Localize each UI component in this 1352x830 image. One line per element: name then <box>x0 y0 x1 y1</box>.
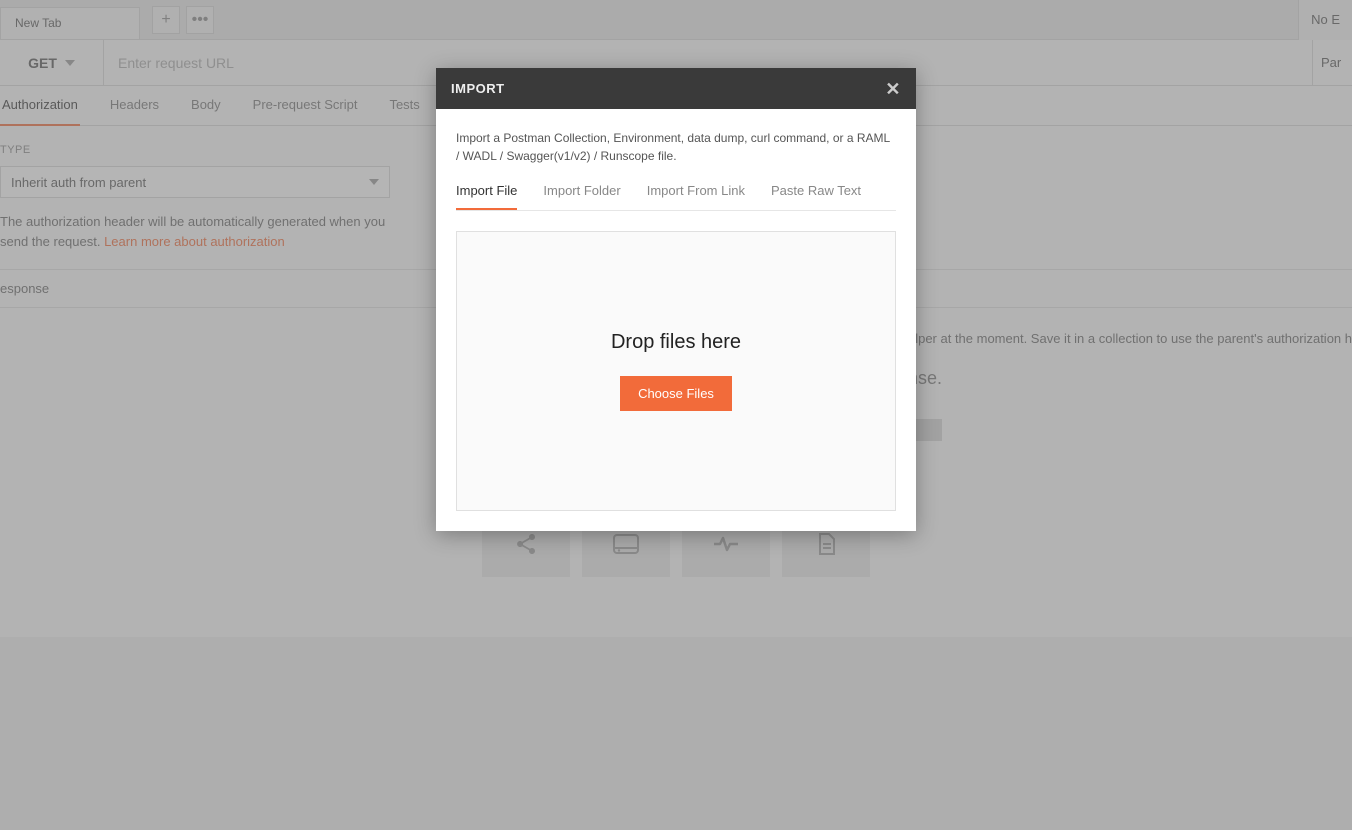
tab-import-folder[interactable]: Import Folder <box>543 183 620 210</box>
close-icon[interactable]: ✕ <box>885 80 901 98</box>
tab-paste-raw[interactable]: Paste Raw Text <box>771 183 861 210</box>
modal-description: Import a Postman Collection, Environment… <box>456 129 896 165</box>
choose-files-button[interactable]: Choose Files <box>620 376 732 411</box>
modal-header: IMPORT ✕ <box>436 68 916 109</box>
tab-import-file[interactable]: Import File <box>456 183 517 210</box>
modal-body: Import a Postman Collection, Environment… <box>436 109 916 531</box>
dropzone-text: Drop files here <box>611 331 741 354</box>
tab-import-link[interactable]: Import From Link <box>647 183 745 210</box>
file-dropzone[interactable]: Drop files here Choose Files <box>456 231 896 511</box>
import-modal: IMPORT ✕ Import a Postman Collection, En… <box>436 68 916 531</box>
import-tabs: Import File Import Folder Import From Li… <box>456 183 896 211</box>
modal-title: IMPORT <box>451 81 505 96</box>
modal-overlay: IMPORT ✕ Import a Postman Collection, En… <box>0 0 1352 830</box>
